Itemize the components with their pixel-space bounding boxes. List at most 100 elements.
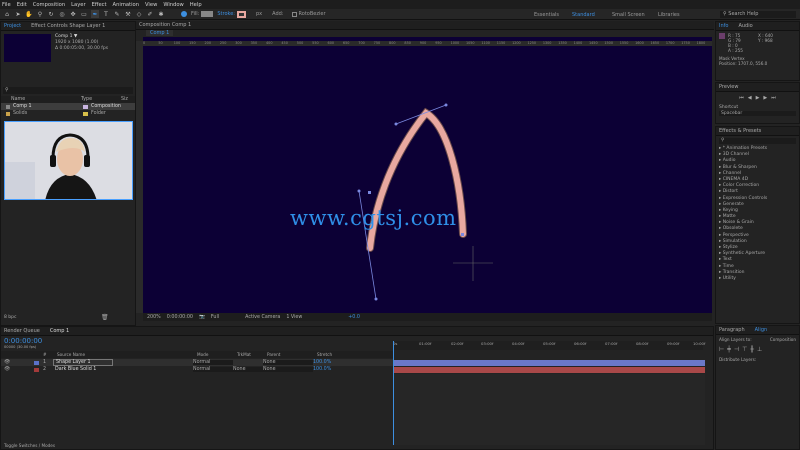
mode-select[interactable]: Normal bbox=[193, 367, 233, 372]
home-icon[interactable]: ⌂ bbox=[3, 10, 11, 18]
play-icon[interactable]: ▶ bbox=[756, 95, 760, 101]
tab-render-queue[interactable]: Render Queue bbox=[4, 328, 40, 334]
shortcut-select[interactable]: Spacebar bbox=[719, 111, 796, 116]
timeline-timecode[interactable]: 0:00:00:00 bbox=[4, 337, 42, 345]
menu-edit[interactable]: Edit bbox=[17, 2, 27, 8]
fill-swatch-icon[interactable] bbox=[181, 11, 187, 17]
table-row[interactable]: 👁 1 Shape Layer 1 Normal None 100.0% bbox=[1, 359, 393, 366]
layer-2-bar[interactable] bbox=[393, 367, 705, 373]
views-select[interactable]: 1 View bbox=[286, 315, 302, 320]
col-mode[interactable]: Mode bbox=[197, 352, 237, 357]
menu-help[interactable]: Help bbox=[190, 2, 202, 8]
menu-window[interactable]: Window bbox=[163, 2, 183, 8]
tab-paragraph[interactable]: Paragraph bbox=[719, 327, 745, 333]
prev-frame-icon[interactable]: ◀ bbox=[748, 95, 752, 101]
bezier-handle[interactable] bbox=[444, 103, 448, 107]
label-color[interactable] bbox=[83, 111, 88, 116]
label-color[interactable] bbox=[34, 360, 39, 365]
stretch-value[interactable]: 100.0% bbox=[313, 367, 331, 372]
col-stretch[interactable]: Stretch bbox=[317, 352, 332, 357]
toggle-switches-modes[interactable]: Toggle Switches / Modes bbox=[4, 443, 55, 448]
menu-animation[interactable]: Animation bbox=[113, 2, 139, 8]
layer-name[interactable]: Dark Blue Solid 1 bbox=[53, 367, 113, 372]
pen-tool-icon[interactable]: ✒ bbox=[91, 10, 99, 18]
eye-icon[interactable]: 👁 bbox=[4, 367, 14, 372]
col-parent[interactable]: Parent bbox=[267, 352, 317, 357]
workspace-standard[interactable]: Standard bbox=[572, 12, 595, 18]
table-row[interactable]: 👁 2 Dark Blue Solid 1 Normal None None 1… bbox=[1, 366, 393, 373]
selection-tool-icon[interactable]: ➤ bbox=[14, 10, 22, 18]
camera-snapshot-icon[interactable]: 📷 bbox=[199, 315, 205, 320]
col-name[interactable]: Name bbox=[11, 97, 81, 102]
align-hcenter-icon[interactable]: ╪ bbox=[727, 346, 731, 353]
first-frame-icon[interactable]: ⏮ bbox=[739, 95, 744, 101]
exposure-value[interactable]: +0.0 bbox=[348, 315, 360, 320]
menu-view[interactable]: View bbox=[145, 2, 157, 8]
menu-file[interactable]: File bbox=[2, 2, 11, 8]
tab-comp-1-timeline[interactable]: Comp 1 bbox=[50, 328, 69, 334]
workspace-essentials[interactable]: Essentials bbox=[534, 12, 559, 18]
bpc-label[interactable]: 8 bpc bbox=[4, 315, 16, 320]
list-item[interactable]: Solids Folder bbox=[1, 110, 135, 117]
menu-composition[interactable]: Composition bbox=[33, 2, 65, 8]
stretch-value[interactable]: 100.0% bbox=[313, 360, 331, 365]
tab-comp-1[interactable]: Comp 1 bbox=[146, 30, 174, 36]
comp-timecode[interactable]: 0:00:00:00 bbox=[167, 315, 193, 320]
resolution-select[interactable]: Full bbox=[211, 315, 219, 320]
col-size[interactable]: Siz bbox=[121, 97, 128, 102]
bezier-handle[interactable] bbox=[374, 297, 378, 301]
roto-brush-icon[interactable]: ✐ bbox=[146, 10, 154, 18]
bezier-handle[interactable] bbox=[394, 122, 398, 126]
trash-icon[interactable]: 🗑 bbox=[101, 314, 109, 321]
rotate-tool-icon[interactable]: ↻ bbox=[47, 10, 55, 18]
stroke-label[interactable]: Stroke: bbox=[217, 11, 235, 17]
align-left-icon[interactable]: ⊢ bbox=[719, 346, 724, 353]
composition-canvas[interactable] bbox=[143, 41, 712, 313]
zoom-tool-icon[interactable]: ⚲ bbox=[36, 10, 44, 18]
search-help-field[interactable]: ⚲ Search Help bbox=[720, 11, 796, 18]
label-color[interactable] bbox=[83, 104, 88, 109]
pan-behind-icon[interactable]: ✥ bbox=[69, 10, 77, 18]
align-bottom-icon[interactable]: ⊥ bbox=[757, 346, 762, 353]
effects-search-input[interactable]: ⚲ bbox=[719, 138, 796, 144]
align-top-icon[interactable]: ⊤ bbox=[742, 346, 747, 353]
last-frame-icon[interactable]: ⏭ bbox=[771, 95, 776, 101]
bezier-handle[interactable] bbox=[357, 189, 361, 193]
brush-tool-icon[interactable]: ✎ bbox=[113, 10, 121, 18]
layer-name[interactable]: Shape Layer 1 bbox=[53, 359, 113, 366]
tab-align[interactable]: Align bbox=[755, 327, 768, 333]
label-color[interactable] bbox=[34, 367, 39, 372]
col-trkmat[interactable]: TrkMat bbox=[237, 352, 267, 357]
stroke-swatch[interactable] bbox=[237, 10, 246, 18]
eye-icon[interactable]: 👁 bbox=[4, 360, 14, 365]
current-time-indicator[interactable] bbox=[393, 341, 394, 445]
zoom-select[interactable]: 200% bbox=[147, 315, 161, 320]
path-vertex[interactable] bbox=[461, 233, 464, 236]
comp-panel-header[interactable]: Composition Comp 1 bbox=[139, 22, 191, 28]
project-search-input[interactable]: ⚲ bbox=[3, 87, 133, 94]
rectangle-tool-icon[interactable]: ▭ bbox=[80, 10, 88, 18]
mode-select[interactable]: Normal bbox=[193, 360, 233, 365]
parent-select[interactable]: None bbox=[263, 360, 313, 365]
camera-tool-icon[interactable]: ◎ bbox=[58, 10, 66, 18]
tab-preview[interactable]: Preview bbox=[719, 84, 738, 90]
time-ruler[interactable]: 0s 01:00f 02:00f 03:00f 04:00f 05:00f 06… bbox=[393, 341, 705, 350]
workspace-small-screen[interactable]: Small Screen bbox=[612, 12, 645, 18]
camera-select[interactable]: Active Camera bbox=[245, 315, 280, 320]
path-vertex[interactable] bbox=[368, 191, 371, 194]
tab-project[interactable]: Project bbox=[4, 23, 21, 29]
menu-layer[interactable]: Layer bbox=[71, 2, 85, 8]
tab-audio[interactable]: Audio bbox=[738, 23, 752, 29]
rotobezier-checkbox[interactable] bbox=[291, 11, 297, 17]
tab-effects-presets[interactable]: Effects & Presets bbox=[719, 128, 761, 134]
trkmat-select[interactable]: None bbox=[233, 367, 263, 372]
list-item[interactable]: Comp 1 Composition bbox=[1, 103, 135, 110]
workspace-libraries[interactable]: Libraries bbox=[658, 12, 680, 18]
list-item[interactable]: ▸ Utility bbox=[716, 276, 799, 282]
add-label[interactable]: Add: bbox=[272, 11, 283, 17]
fill-swatch[interactable] bbox=[201, 11, 214, 17]
col-type[interactable]: Type bbox=[81, 97, 121, 102]
col-source-name[interactable]: Source Name bbox=[57, 352, 157, 357]
tab-info[interactable]: Info bbox=[719, 23, 728, 29]
hand-tool-icon[interactable]: ✋ bbox=[25, 10, 33, 18]
